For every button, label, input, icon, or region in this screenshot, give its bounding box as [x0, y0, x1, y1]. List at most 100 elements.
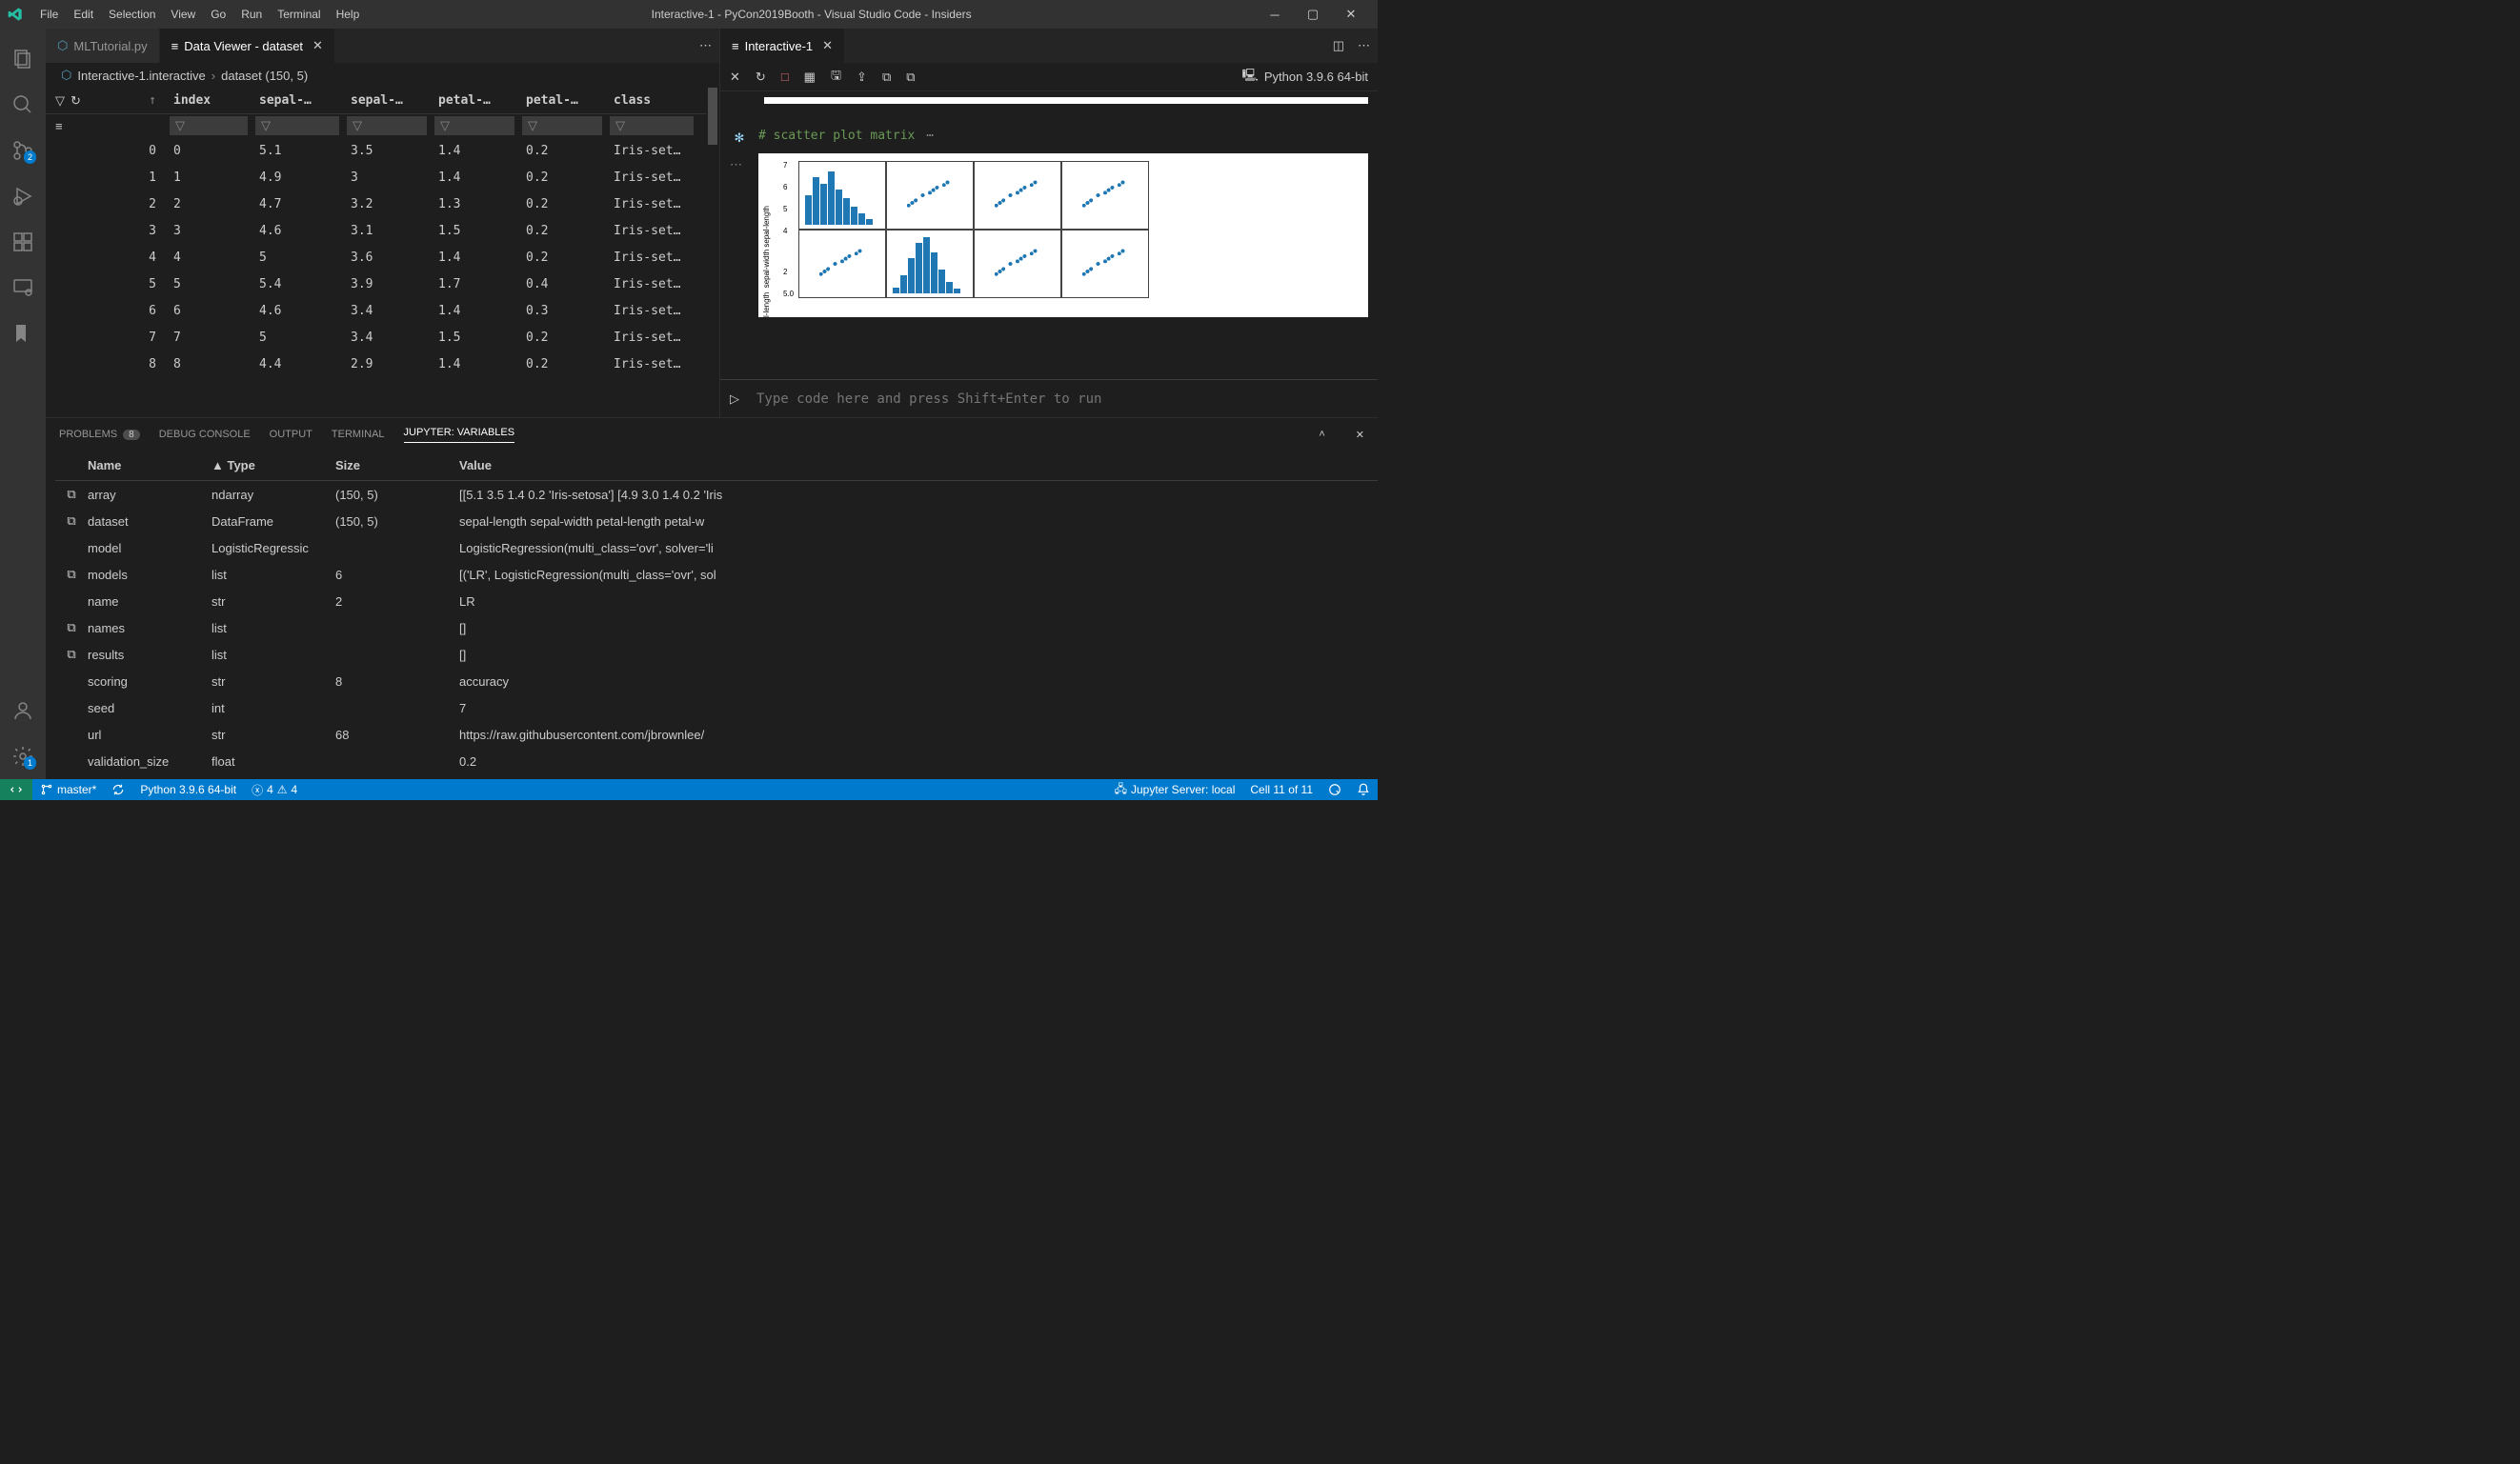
header-type[interactable]: ▲ Type — [212, 458, 335, 472]
expand-variable-icon[interactable]: ⧉ — [55, 620, 88, 635]
save-icon[interactable]: 🖫 — [831, 67, 841, 88]
bookmark-icon[interactable] — [0, 311, 46, 356]
table-row[interactable]: 7 7 5 3.4 1.5 0.2 Iris-set… — [46, 324, 706, 351]
source-control-icon[interactable]: 2 — [0, 128, 46, 173]
tab-interactive[interactable]: ≡ Interactive-1 ✕ — [720, 29, 845, 63]
expand-variable-icon[interactable]: ⧉ — [55, 567, 88, 582]
panel-tab-output[interactable]: OUTPUT — [270, 429, 312, 440]
run-icon[interactable]: ▷ — [730, 391, 739, 407]
filter-index[interactable]: ▽ — [170, 116, 248, 135]
minimize-button[interactable]: ─ — [1256, 0, 1294, 29]
tab-data-viewer[interactable]: ≡ Data Viewer - dataset ✕ — [160, 29, 335, 63]
python-env-selector[interactable]: 🖳 Python 3.9.6 64-bit — [1242, 67, 1368, 88]
code-cell[interactable]: ✻ # scatter plot matrix ⋯ — [730, 129, 1368, 146]
panel-tab-debug-console[interactable]: DEBUG CONSOLE — [159, 429, 251, 440]
header-value[interactable]: Value — [459, 458, 1378, 472]
notifications-icon[interactable] — [1349, 779, 1378, 800]
header-size[interactable]: Size — [335, 458, 459, 472]
table-row[interactable]: 3 3 4.6 3.1 1.5 0.2 Iris-set… — [46, 217, 706, 244]
header-name[interactable]: Name — [88, 458, 212, 472]
breadcrumb[interactable]: ⬡ Interactive-1.interactive › dataset (1… — [46, 63, 719, 88]
tab-mltutorial[interactable]: ⬡ MLTutorial.py — [46, 29, 160, 63]
breadcrumb-file[interactable]: Interactive-1.interactive — [77, 69, 205, 83]
output-ellipsis-icon[interactable]: ⋯ — [730, 153, 749, 317]
table-row[interactable]: 8 8 4.4 2.9 1.4 0.2 Iris-set… — [46, 351, 706, 377]
variable-row[interactable]: ⧉ dataset DataFrame (150, 5) sepal-lengt… — [55, 508, 1378, 534]
panel-maximize-icon[interactable]: ˄ — [1319, 429, 1324, 440]
close-icon[interactable]: ✕ — [730, 70, 740, 85]
split-editor-icon[interactable]: ◫ — [1333, 38, 1344, 53]
table-row[interactable]: 0 0 5.1 3.5 1.4 0.2 Iris-set… — [46, 137, 706, 164]
menu-run[interactable]: Run — [233, 8, 270, 21]
export-icon[interactable]: ⇪ — [857, 70, 867, 85]
variable-row[interactable]: name str 2 LR — [55, 588, 1378, 614]
scrollbar[interactable] — [706, 88, 719, 417]
col-header-class[interactable]: class — [606, 93, 701, 108]
expand-variable-icon[interactable]: ⧉ — [55, 513, 88, 529]
filter-sepal-w[interactable]: ▽ — [347, 116, 427, 135]
table-row[interactable]: 2 2 4.7 3.2 1.3 0.2 Iris-set… — [46, 191, 706, 217]
data-viewer-body[interactable]: 0 0 5.1 3.5 1.4 0.2 Iris-set… 1 1 4.9 3 … — [46, 137, 706, 417]
problems-status[interactable]: ⓧ4 ⚠4 — [244, 779, 305, 800]
table-row[interactable]: 5 5 5.4 3.9 1.7 0.4 Iris-set… — [46, 271, 706, 297]
run-cell-icon[interactable]: ✻ — [730, 129, 749, 146]
variables-icon[interactable]: ▦ — [804, 70, 816, 85]
settings-gear-icon[interactable]: 1 — [0, 733, 46, 779]
scatter-matrix-plot[interactable]: l-length sepal-width sepal-length 7 6 5 … — [758, 153, 1368, 317]
variable-row[interactable]: ⧉ names list [] — [55, 614, 1378, 641]
menu-terminal[interactable]: Terminal — [270, 8, 328, 21]
collapse-icon[interactable]: ⧉ — [906, 70, 915, 85]
col-header-sepal-length[interactable]: sepal-… — [252, 93, 343, 108]
variable-row[interactable]: validation_size float 0.2 — [55, 748, 1378, 774]
expand-icon[interactable]: ⧉ — [882, 70, 891, 85]
variable-row[interactable]: ⧉ models list 6 [('LR', LogisticRegressi… — [55, 561, 1378, 588]
filter-class[interactable]: ▽ — [610, 116, 694, 135]
col-header-sepal-width[interactable]: sepal-… — [343, 93, 431, 108]
remote-explorer-icon[interactable] — [0, 265, 46, 311]
jupyter-server-status[interactable]: 🖧 Jupyter Server: local — [1107, 779, 1243, 800]
refresh-icon[interactable]: ↻ — [71, 93, 81, 109]
variable-row[interactable]: seed int 7 — [55, 694, 1378, 721]
python-interpreter[interactable]: Python 3.9.6 64-bit — [132, 779, 244, 800]
variable-row[interactable]: ⧉ array ndarray (150, 5) [[5.1 3.5 1.4 0… — [55, 481, 1378, 508]
menu-edit[interactable]: Edit — [66, 8, 101, 21]
interrupt-icon[interactable]: □ — [781, 70, 789, 84]
sort-up-icon[interactable]: ↑ — [149, 93, 156, 108]
breadcrumb-item[interactable]: dataset (150, 5) — [221, 69, 308, 83]
variable-row[interactable]: ⧉ results list [] — [55, 641, 1378, 668]
remote-indicator[interactable] — [0, 779, 32, 800]
extensions-icon[interactable] — [0, 219, 46, 265]
search-icon[interactable] — [0, 82, 46, 128]
close-button[interactable]: ✕ — [1332, 0, 1370, 29]
git-branch[interactable]: master* — [32, 779, 104, 800]
account-icon[interactable] — [0, 688, 46, 733]
variable-row[interactable]: model LogisticRegressic LogisticRegressi… — [55, 534, 1378, 561]
expand-variable-icon[interactable]: ⧉ — [55, 487, 88, 502]
filter-icon[interactable]: ▽ — [55, 93, 65, 109]
col-header-petal-length[interactable]: petal-… — [431, 93, 518, 108]
panel-tab-problems[interactable]: PROBLEMS 8 — [59, 429, 140, 440]
cell-indicator[interactable]: Cell 11 of 11 — [1242, 779, 1320, 800]
col-header-petal-width[interactable]: petal-… — [518, 93, 606, 108]
filter-petal-w[interactable]: ▽ — [522, 116, 602, 135]
table-row[interactable]: 1 1 4.9 3 1.4 0.2 Iris-set… — [46, 164, 706, 191]
run-debug-icon[interactable] — [0, 173, 46, 219]
sync-icon[interactable] — [104, 779, 132, 800]
expand-variable-icon[interactable]: ⧉ — [55, 647, 88, 662]
col-header-index[interactable]: index — [166, 93, 252, 108]
close-icon[interactable]: ✕ — [312, 38, 323, 53]
more-actions-icon[interactable]: ⋯ — [1358, 38, 1370, 53]
panel-close-icon[interactable]: ✕ — [1356, 429, 1364, 441]
maximize-button[interactable]: ▢ — [1294, 0, 1332, 29]
menu-help[interactable]: Help — [329, 8, 368, 21]
menu-view[interactable]: View — [163, 8, 203, 21]
close-icon[interactable]: ✕ — [822, 38, 833, 53]
filter-sepal-l[interactable]: ▽ — [255, 116, 339, 135]
more-actions-icon[interactable]: ⋯ — [699, 38, 712, 53]
menu-file[interactable]: File — [32, 8, 66, 21]
feedback-icon[interactable] — [1320, 779, 1349, 800]
menu-go[interactable]: Go — [203, 8, 233, 21]
explorer-icon[interactable] — [0, 36, 46, 82]
scroll-thumb[interactable] — [708, 88, 717, 145]
panel-tab-jupyter-variables[interactable]: JUPYTER: VARIABLES — [404, 427, 515, 443]
